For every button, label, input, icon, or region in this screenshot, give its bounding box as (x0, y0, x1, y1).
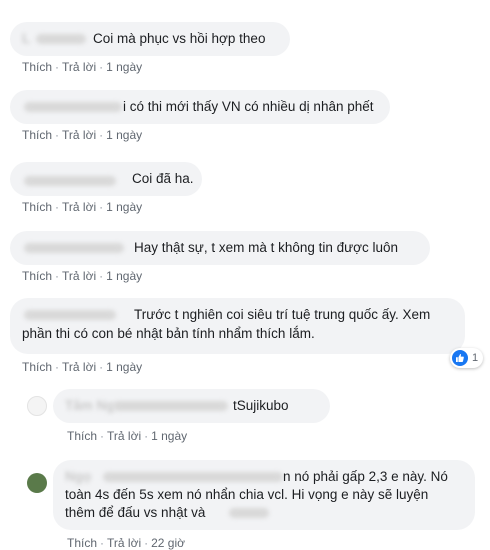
reply-link[interactable]: Trả lời (62, 269, 96, 283)
timestamp[interactable]: 1 ngày (106, 60, 142, 74)
reply-text-line-1: n nó phải gấp 2,3 e này. Nó (283, 469, 448, 484)
comment-text-line-2: phần thi có con bé nhật bản tính nhẩm th… (22, 326, 315, 341)
thumbs-up-icon (452, 350, 468, 366)
reaction-badge[interactable]: 1 (450, 348, 484, 368)
redacted-name (113, 401, 228, 411)
comment-bubble: L Coi mà phục vs hồi hợp theo (10, 22, 290, 56)
reply-text-line-2: toàn 4s đến 5s xem nó nhẩn chia vcl. Hi … (65, 487, 429, 502)
reply-link[interactable]: Trả lời (62, 60, 96, 74)
separator: · (55, 128, 60, 142)
timestamp[interactable]: 1 ngày (106, 128, 142, 142)
timestamp[interactable]: 1 ngày (151, 429, 187, 443)
reply-link[interactable]: Trả lời (62, 200, 96, 214)
redacted-name (36, 34, 86, 44)
reply-actions: Thích · Trả lời · 1 ngày (67, 429, 187, 443)
separator: · (99, 128, 104, 142)
timestamp[interactable]: 1 ngày (106, 360, 142, 374)
separator: · (55, 269, 60, 283)
redacted-name (24, 310, 116, 320)
reply-author[interactable]: Tâm Ng (65, 398, 115, 413)
separator: · (55, 200, 60, 214)
like-link[interactable]: Thích (22, 60, 52, 74)
comment-bubble: Coi đã ha. (10, 162, 202, 196)
comment-text: i có thi mới thấy VN có nhiều dị nhân ph… (123, 99, 374, 114)
reply-link[interactable]: Trả lời (107, 429, 141, 443)
like-link[interactable]: Thích (67, 429, 97, 443)
comment-text: Coi mà phục vs hồi hợp theo (93, 31, 266, 46)
separator: · (144, 429, 149, 443)
like-link[interactable]: Thích (22, 360, 52, 374)
comment-author[interactable]: L (22, 31, 30, 46)
comment-text: Hay thật sự, t xem mà t không tin được l… (134, 240, 399, 255)
reply-text: tSujikubo (233, 398, 289, 413)
redacted-name (24, 243, 124, 253)
like-link[interactable]: Thích (22, 128, 52, 142)
comment-actions: Thích · Trả lời · 1 ngày (22, 360, 142, 374)
avatar[interactable] (27, 473, 47, 493)
reply-bubble: Tâm Ng tSujikubo (53, 389, 330, 423)
comment-bubble: i có thi mới thấy VN có nhiều dị nhân ph… (10, 90, 390, 124)
comment-text: Coi đã ha. (132, 171, 194, 186)
timestamp[interactable]: 1 ngày (106, 269, 142, 283)
reply-bubble: Ngọ n nó phải gấp 2,3 e này. Nó toàn 4s … (53, 460, 475, 530)
comment-actions: Thích · Trả lời · 1 ngày (22, 200, 142, 214)
reply-link[interactable]: Trả lời (62, 128, 96, 142)
separator: · (99, 269, 104, 283)
reply-text-line-3: thêm để đấu vs nhật và (65, 505, 206, 520)
like-link[interactable]: Thích (22, 269, 52, 283)
comment-text-line-1: Trước t nghiên coi siêu trí tuệ trung qu… (134, 307, 431, 322)
reply-link[interactable]: Trả lời (62, 360, 96, 374)
comment-bubble: Trước t nghiên coi siêu trí tuệ trung qu… (10, 298, 465, 354)
reaction-count: 1 (472, 352, 479, 364)
reply-author[interactable]: Ngọ (65, 469, 91, 484)
separator: · (55, 360, 60, 374)
like-link[interactable]: Thích (22, 200, 52, 214)
timestamp[interactable]: 1 ngày (106, 200, 142, 214)
redacted-name (24, 176, 116, 186)
separator: · (100, 429, 105, 443)
comment-actions: Thích · Trả lời · 1 ngày (22, 128, 142, 142)
comment-bubble: Hay thật sự, t xem mà t không tin được l… (10, 231, 430, 265)
comment-actions: Thích · Trả lời · 1 ngày (22, 60, 142, 74)
avatar[interactable] (27, 396, 47, 416)
redacted-name (24, 102, 122, 112)
separator: · (99, 60, 104, 74)
redacted-text (229, 508, 269, 518)
separator: · (99, 360, 104, 374)
separator: · (99, 200, 104, 214)
redacted-name (103, 472, 283, 482)
comment-actions: Thích · Trả lời · 1 ngày (22, 269, 142, 283)
separator: · (55, 60, 60, 74)
